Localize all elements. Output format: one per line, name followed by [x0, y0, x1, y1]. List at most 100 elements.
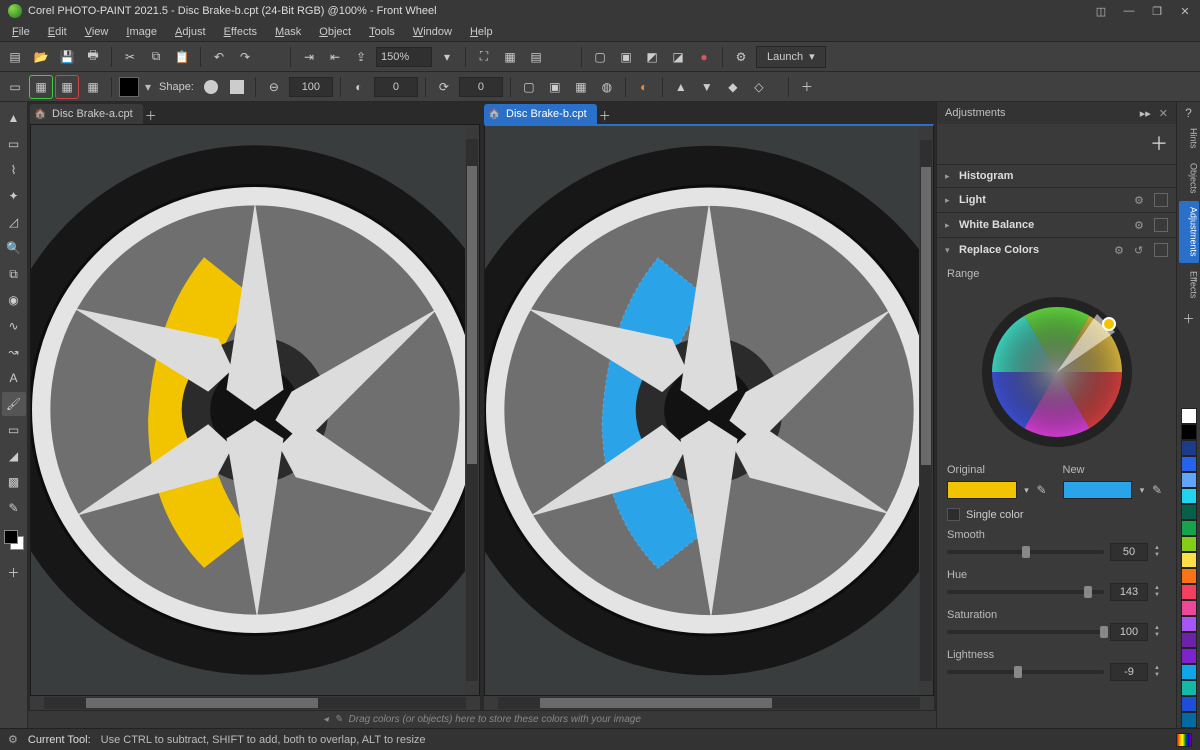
smooth-spinner[interactable]: ▲▼: [1154, 545, 1166, 559]
prop-btn-2[interactable]: ▣: [544, 76, 566, 98]
palette-swatch[interactable]: [1181, 504, 1197, 520]
gear-icon[interactable]: ⚙: [1134, 194, 1148, 207]
palette-swatch[interactable]: [1181, 552, 1197, 568]
redo-button[interactable]: ↷: [234, 46, 256, 68]
saturation-slider[interactable]: [947, 630, 1104, 634]
gear-icon[interactable]: ⚙: [1134, 219, 1148, 232]
settings-button[interactable]: ⚙: [730, 46, 752, 68]
new-color-caret[interactable]: ▾: [1136, 485, 1148, 496]
original-eyedropper-icon[interactable]: ✎: [1037, 483, 1051, 497]
palette-swatch[interactable]: [1181, 520, 1197, 536]
mask-c-button[interactable]: ◩: [641, 46, 663, 68]
redeye-tool[interactable]: ◉: [2, 288, 26, 312]
light-section[interactable]: ▸ Light ⚙: [937, 188, 1176, 212]
publish-button[interactable]: ⇪: [350, 46, 372, 68]
palette-swatch[interactable]: [1181, 600, 1197, 616]
tab-a[interactable]: Disc Brake-a.cpt: [30, 104, 143, 124]
shape-square[interactable]: [226, 76, 248, 98]
notifications-icon[interactable]: ◫: [1094, 4, 1108, 18]
palette-swatch[interactable]: [1181, 424, 1197, 440]
save-button[interactable]: 💾: [56, 46, 78, 68]
tool-opt-4[interactable]: ◇: [748, 76, 770, 98]
color-well[interactable]: [4, 530, 24, 550]
palette-swatch[interactable]: [1181, 712, 1197, 728]
palette-swatch[interactable]: [1181, 648, 1197, 664]
color-range-wheel[interactable]: [947, 288, 1166, 456]
replace-colors-section[interactable]: ▾ Replace Colors ⚙ ↺: [937, 238, 1176, 262]
magic-wand-tool[interactable]: ✦: [2, 184, 26, 208]
docker-close-icon[interactable]: ✕: [1159, 107, 1168, 120]
grid-button[interactable]: ▤: [525, 46, 547, 68]
gear-icon[interactable]: ⚙: [1114, 244, 1128, 257]
menu-adjust[interactable]: Adjust: [167, 24, 214, 40]
rectangle-mask-tool[interactable]: ▭: [2, 132, 26, 156]
mask-b-button[interactable]: ▣: [615, 46, 637, 68]
paint-tool[interactable]: 🖌: [2, 392, 26, 416]
palette-swatch[interactable]: [1181, 568, 1197, 584]
mask-d-button[interactable]: ◪: [667, 46, 689, 68]
help-icon[interactable]: ?: [1185, 106, 1192, 120]
color-tray[interactable]: ◂ ✎ Drag colors (or objects) here to sto…: [28, 710, 936, 728]
palette-swatch[interactable]: [1181, 456, 1197, 472]
tray-nav-left[interactable]: ◂: [323, 714, 328, 725]
rotate-input[interactable]: [459, 77, 503, 97]
menu-tools[interactable]: Tools: [361, 24, 403, 40]
visibility-toggle[interactable]: [1154, 193, 1168, 207]
palette-swatch[interactable]: [1181, 440, 1197, 456]
pick-mode-xor[interactable]: ▦: [82, 76, 104, 98]
palette-swatch[interactable]: [1181, 664, 1197, 680]
maximize-icon[interactable]: ❐: [1150, 4, 1164, 18]
new-button[interactable]: ▤: [4, 46, 26, 68]
hue-slider[interactable]: [947, 590, 1104, 594]
add-prop-button[interactable]: ＋: [796, 76, 818, 98]
palette-swatch[interactable]: [1181, 488, 1197, 504]
original-color-swatch[interactable]: [947, 481, 1017, 499]
white-balance-section[interactable]: ▸ White Balance ⚙: [937, 213, 1176, 237]
eyedropper-tool[interactable]: ✎: [2, 496, 26, 520]
shape-tool[interactable]: ▭: [2, 418, 26, 442]
pick-mode-a[interactable]: ▭: [4, 76, 26, 98]
saturation-value[interactable]: 100: [1110, 623, 1148, 641]
import-button[interactable]: ⇥: [298, 46, 320, 68]
pick-tool[interactable]: ▲: [2, 106, 26, 130]
copy-button[interactable]: ⧉: [145, 46, 167, 68]
fullscreen-button[interactable]: ⛶: [473, 46, 495, 68]
hue-value[interactable]: 143: [1110, 583, 1148, 601]
saturation-spinner[interactable]: ▲▼: [1154, 625, 1166, 639]
print-button[interactable]: 🖶: [82, 46, 104, 68]
menu-file[interactable]: File: [4, 24, 38, 40]
lightness-slider[interactable]: [947, 670, 1104, 674]
prop-btn-3[interactable]: ▦: [570, 76, 592, 98]
tool-opt-1[interactable]: ▲: [670, 76, 692, 98]
effects-tool[interactable]: ▩: [2, 470, 26, 494]
clone-tool[interactable]: ⧉: [2, 262, 26, 286]
hue-spinner[interactable]: ▲▼: [1154, 585, 1166, 599]
rulers-button[interactable]: ▦: [499, 46, 521, 68]
menu-effects[interactable]: Effects: [216, 24, 265, 40]
brush-size-input[interactable]: [289, 77, 333, 97]
original-color-caret[interactable]: ▾: [1021, 485, 1033, 496]
tab-b-plus[interactable]: ＋: [599, 107, 611, 124]
smooth-value[interactable]: 50: [1110, 543, 1148, 561]
prop-btn-1[interactable]: ▢: [518, 76, 540, 98]
palette-swatch[interactable]: [1181, 632, 1197, 648]
tool-opt-2[interactable]: ▼: [696, 76, 718, 98]
add-tool-button[interactable]: ＋: [2, 560, 26, 584]
menu-view[interactable]: View: [77, 24, 117, 40]
liquid-tool[interactable]: ∿: [2, 314, 26, 338]
record-icon[interactable]: ●: [693, 46, 715, 68]
freehand-mask-tool[interactable]: ⌇: [2, 158, 26, 182]
tray-eyedropper-icon[interactable]: ✎: [334, 714, 342, 725]
path-tool[interactable]: ↝: [2, 340, 26, 364]
add-adjustment-button[interactable]: ＋: [1150, 130, 1168, 156]
scrollbar-h-b[interactable]: [484, 696, 934, 710]
canvas-a[interactable]: [30, 124, 480, 696]
fill-tool[interactable]: ◢: [2, 444, 26, 468]
fill-swatch[interactable]: [119, 77, 139, 97]
scrollbar-h-a[interactable]: [30, 696, 480, 710]
dock-tab-adjustments[interactable]: Adjustments: [1179, 201, 1199, 263]
undo-button[interactable]: ↶: [208, 46, 230, 68]
canvas-b[interactable]: [484, 124, 934, 696]
swatch-caret-icon[interactable]: ▾: [143, 80, 153, 94]
zoom-caret-icon[interactable]: ▾: [436, 46, 458, 68]
